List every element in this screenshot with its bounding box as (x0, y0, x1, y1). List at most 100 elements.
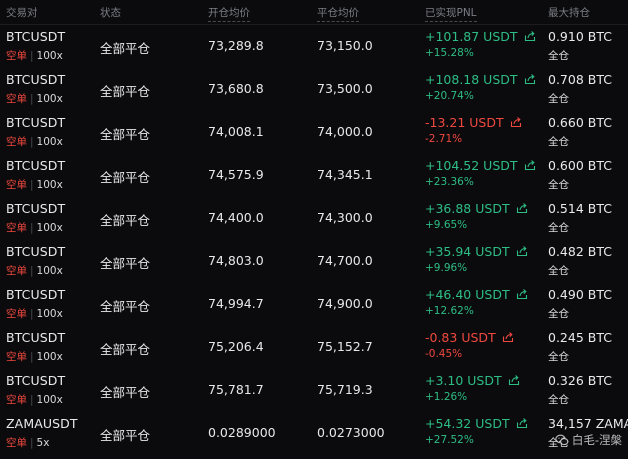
table-row[interactable]: BTCUSDT 空单 | 100x 全部平仓 74,008.1 74,000.0 -13.21… (0, 111, 628, 154)
symbol-label[interactable]: BTCUSDT (6, 158, 65, 173)
table-row[interactable]: BTCUSDT 空单 | 100x 全部平仓 75,206.4 75,152.7 -0.83 … (0, 326, 628, 369)
leverage-label: 100x (36, 351, 63, 363)
status-label: 全部平仓 (100, 299, 151, 314)
symbol-label[interactable]: BTCUSDT (6, 373, 65, 388)
table-row[interactable]: BTCUSDT 空单 | 100x 全部平仓 74,400.0 74,300.0 +36.88… (0, 197, 628, 240)
realized-pnl: -13.21 USDT (425, 115, 522, 130)
max-position: 0.910 BTC (548, 29, 612, 44)
table-row[interactable]: BTCUSDT 空单 | 100x 全部平仓 73,680.8 73,500.0 +108.1… (0, 68, 628, 111)
pnl-value: +54.32 USDT (425, 416, 510, 431)
share-icon[interactable] (516, 202, 528, 214)
pnl-percent: -2.71% (425, 133, 463, 145)
pnl-value: +104.52 USDT (425, 158, 518, 173)
symbol-label[interactable]: BTCUSDT (6, 244, 65, 259)
divider: | (30, 179, 34, 191)
side-badge: 空单 (6, 351, 27, 363)
divider: | (30, 136, 34, 148)
realized-pnl: +108.18 USDT (425, 72, 536, 87)
symbol-label[interactable]: BTCUSDT (6, 115, 65, 130)
pnl-value: +36.88 USDT (425, 201, 510, 216)
open-avg-price: 75,206.4 (208, 339, 264, 354)
open-avg-price: 74,575.9 (208, 167, 264, 182)
position-meta: 空单 | 100x (6, 134, 63, 149)
side-badge: 空单 (6, 394, 27, 406)
leverage-label: 100x (36, 50, 63, 62)
realized-pnl: +3.10 USDT (425, 373, 520, 388)
realized-pnl: +101.87 USDT (425, 29, 536, 44)
share-icon[interactable] (524, 159, 536, 171)
leverage-label: 100x (36, 265, 63, 277)
header-realized-pnl: 已实现PNL (425, 5, 477, 22)
max-position: 0.708 BTC (548, 72, 612, 87)
header-pair: 交易对 (6, 7, 38, 19)
pnl-percent: +12.62% (425, 305, 474, 317)
symbol-label[interactable]: BTCUSDT (6, 201, 65, 216)
status-label: 全部平仓 (100, 84, 151, 99)
status-label: 全部平仓 (100, 385, 151, 400)
status-label: 全部平仓 (100, 127, 151, 142)
status-label: 全部平仓 (100, 428, 151, 443)
position-meta: 空单 | 100x (6, 349, 63, 364)
pnl-percent: +20.74% (425, 90, 474, 102)
table-row[interactable]: BTCUSDT 空单 | 100x 全部平仓 75,781.7 75,719.3 +3.10 … (0, 369, 628, 412)
divider: | (30, 308, 34, 320)
position-meta: 空单 | 100x (6, 392, 63, 407)
leverage-label: 5x (36, 437, 50, 449)
close-avg-price: 75,719.3 (317, 382, 373, 397)
share-icon[interactable] (524, 30, 536, 42)
wechat-logo-icon (555, 434, 569, 446)
share-icon[interactable] (502, 331, 514, 343)
position-meta: 空单 | 100x (6, 91, 63, 106)
pnl-value: +46.40 USDT (425, 287, 510, 302)
symbol-label[interactable]: BTCUSDT (6, 72, 65, 87)
max-position: 0.490 BTC (548, 287, 612, 302)
trade-history-table: 交易对 状态 开仓均价 平仓均价 已实现PNL 最大持仓 BTCUSDT 空单 | 1… (0, 0, 628, 459)
symbol-label[interactable]: BTCUSDT (6, 287, 65, 302)
margin-mode: 全仓 (548, 136, 569, 148)
table-row[interactable]: BTCUSDT 空单 | 100x 全部平仓 74,803.0 74,700.0 +35.94… (0, 240, 628, 283)
open-avg-price: 75,781.7 (208, 382, 264, 397)
table-row[interactable]: BTCUSDT 空单 | 100x 全部平仓 73,289.8 73,150.0 +101.8… (0, 25, 628, 68)
pnl-percent: -0.45% (425, 348, 463, 360)
share-icon[interactable] (516, 288, 528, 300)
close-avg-price: 74,000.0 (317, 124, 373, 139)
realized-pnl: +35.94 USDT (425, 244, 528, 259)
max-position: 0.482 BTC (548, 244, 612, 259)
share-icon[interactable] (510, 116, 522, 128)
open-avg-price: 74,994.7 (208, 296, 264, 311)
symbol-label[interactable]: BTCUSDT (6, 29, 65, 44)
margin-mode: 全仓 (548, 394, 569, 406)
share-icon[interactable] (516, 417, 528, 429)
margin-mode: 全仓 (548, 179, 569, 191)
table-row[interactable]: BTCUSDT 空单 | 100x 全部平仓 74,994.7 74,900.0 +46.40… (0, 283, 628, 326)
divider: | (30, 394, 34, 406)
pnl-percent: +9.96% (425, 262, 468, 274)
symbol-label[interactable]: ZAMAUSDT (6, 416, 78, 431)
side-badge: 空单 (6, 222, 27, 234)
share-icon[interactable] (516, 245, 528, 257)
max-position: 34,157 ZAMA (548, 416, 628, 431)
open-avg-price: 74,803.0 (208, 253, 264, 268)
pnl-value: +108.18 USDT (425, 72, 518, 87)
header-open-avg: 开仓均价 (208, 5, 250, 22)
pnl-percent: +27.52% (425, 434, 474, 446)
share-icon[interactable] (524, 73, 536, 85)
position-meta: 空单 | 100x (6, 48, 63, 63)
status-label: 全部平仓 (100, 41, 151, 56)
symbol-label[interactable]: BTCUSDT (6, 330, 65, 345)
table-row[interactable]: ZAMAUSDT 空单 | 5x 全部平仓 0.0289000 0.0273000 +54.3… (0, 412, 628, 455)
margin-mode: 全仓 (548, 351, 569, 363)
status-label: 全部平仓 (100, 213, 151, 228)
header-close-avg: 平仓均价 (317, 5, 359, 22)
open-avg-price: 0.0289000 (208, 425, 276, 440)
position-meta: 空单 | 100x (6, 177, 63, 192)
table-row[interactable]: BTCUSDT 空单 | 100x 全部平仓 74,575.9 74,345.1 +104.5… (0, 154, 628, 197)
close-avg-price: 74,900.0 (317, 296, 373, 311)
realized-pnl: +104.52 USDT (425, 158, 536, 173)
max-position: 0.514 BTC (548, 201, 612, 216)
side-badge: 空单 (6, 308, 27, 320)
share-icon[interactable] (508, 374, 520, 386)
close-avg-price: 74,300.0 (317, 210, 373, 225)
position-meta: 空单 | 100x (6, 306, 63, 321)
side-badge: 空单 (6, 179, 27, 191)
